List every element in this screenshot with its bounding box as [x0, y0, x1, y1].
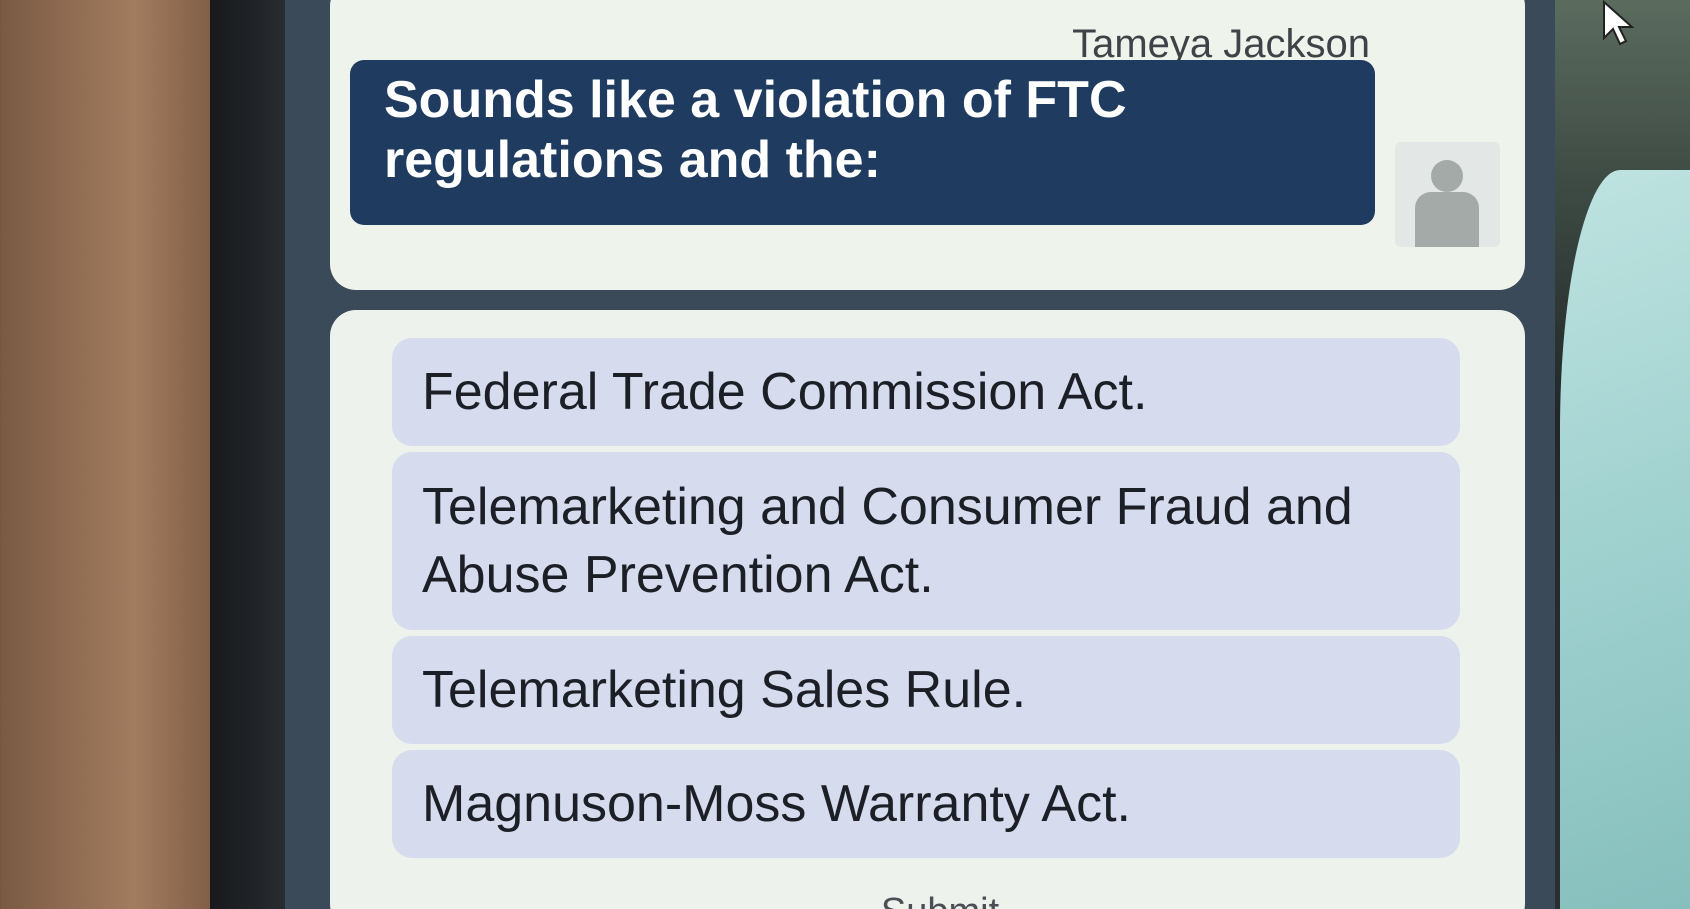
option-federal-trade-commission-act[interactable]: Federal Trade Commission Act. — [392, 338, 1460, 446]
avatar-head — [1431, 160, 1463, 192]
response-options-card: Federal Trade Commission Act. Telemarket… — [330, 310, 1525, 909]
monitor-bezel — [210, 0, 290, 909]
option-telemarketing-sales-rule[interactable]: Telemarketing Sales Rule. — [392, 636, 1460, 744]
message-text: Sounds like a violation of FTC regulatio… — [384, 71, 1127, 189]
option-telemarketing-consumer-fraud-act[interactable]: Telemarketing and Consumer Fraud and Abu… — [392, 452, 1460, 630]
chat-app-window: Tameya Jackson Sounds like a violation o… — [285, 0, 1555, 909]
option-label: Telemarketing Sales Rule. — [422, 661, 1027, 719]
avatar-body — [1415, 192, 1479, 247]
submit-button[interactable]: Submit — [820, 882, 1060, 909]
person-shirt — [1560, 170, 1690, 909]
option-magnuson-moss-warranty-act[interactable]: Magnuson-Moss Warranty Act. — [392, 750, 1460, 858]
person-icon — [1395, 142, 1500, 247]
message-bubble: Sounds like a violation of FTC regulatio… — [350, 60, 1375, 225]
option-label: Magnuson-Moss Warranty Act. — [422, 775, 1131, 833]
mouse-pointer-icon — [1603, 0, 1635, 46]
option-label: Federal Trade Commission Act. — [422, 363, 1148, 421]
option-label: Telemarketing and Consumer Fraud and Abu… — [422, 478, 1353, 604]
chat-message-card: Tameya Jackson Sounds like a violation o… — [330, 0, 1525, 290]
